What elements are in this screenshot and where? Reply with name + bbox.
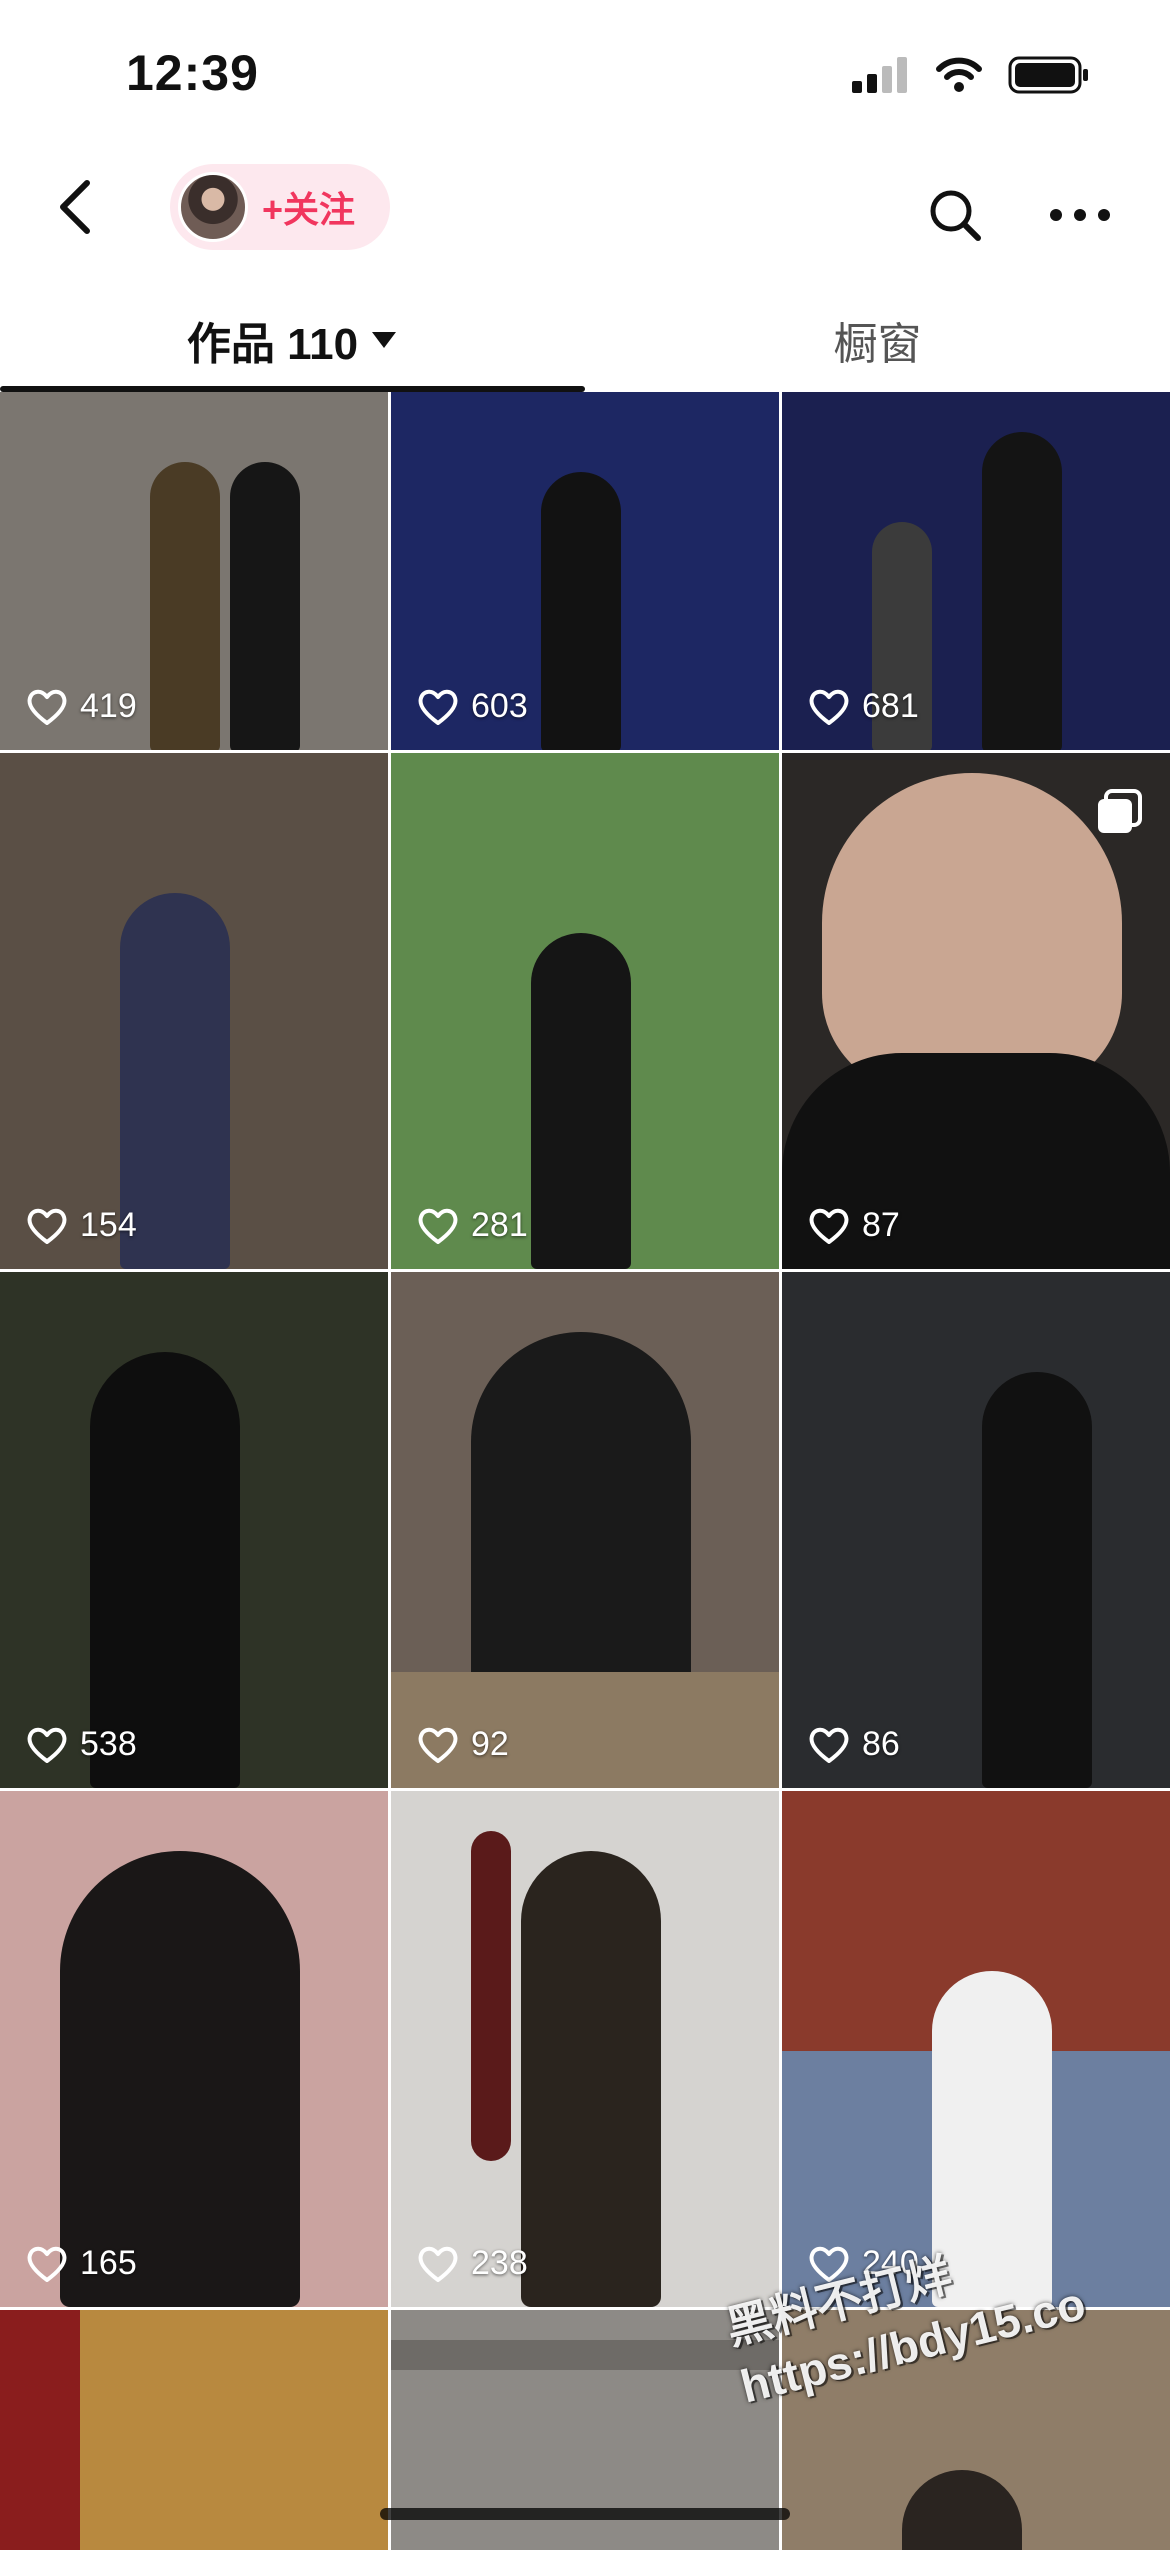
like-count-overlay: 681: [808, 687, 919, 726]
caret-down-icon: [372, 332, 397, 348]
tab-works-label: 作品 110: [186, 320, 359, 369]
follow-button[interactable]: +关注: [170, 164, 390, 250]
post-tile[interactable]: 154: [0, 753, 388, 1269]
like-count: 538: [80, 1725, 137, 1763]
like-count-overlay: 603: [417, 687, 528, 726]
content-tabs: 作品 110 橱窗: [0, 290, 1170, 392]
heart-icon: [27, 1208, 67, 1244]
heart-icon: [27, 1727, 67, 1763]
search-icon: [930, 190, 981, 241]
avatar[interactable]: [178, 172, 248, 242]
status-icons: [852, 56, 1090, 94]
status-time: 12:39: [126, 45, 259, 101]
like-count: 86: [862, 1725, 900, 1763]
post-tile[interactable]: 92: [391, 1272, 779, 1788]
like-count: 92: [471, 1725, 509, 1763]
like-count-overlay: 154: [26, 1206, 137, 1245]
heart-icon: [418, 1727, 458, 1763]
post-tile[interactable]: 419: [0, 392, 388, 750]
tab-showcase-label: 橱窗: [833, 320, 922, 369]
like-count: 281: [471, 1206, 528, 1244]
post-tile[interactable]: 281: [391, 753, 779, 1269]
chevron-left-icon: [60, 180, 90, 234]
heart-icon: [27, 689, 67, 725]
like-count: 154: [80, 1206, 137, 1244]
wifi-icon: [936, 57, 982, 92]
like-count: 603: [471, 687, 528, 725]
like-count-overlay: 419: [26, 687, 137, 726]
post-tile[interactable]: 165: [0, 1791, 388, 2307]
heart-icon: [418, 2246, 458, 2282]
post-tile[interactable]: 603: [391, 392, 779, 750]
battery-icon: [1008, 56, 1088, 94]
more-options-button[interactable]: [1040, 180, 1120, 250]
status-bar: 12:39: [0, 0, 1170, 150]
follow-label: +关注: [262, 189, 356, 230]
like-count-overlay: 165: [26, 2244, 137, 2283]
like-count-overlay: 87: [808, 1206, 900, 1245]
heart-icon: [809, 1208, 849, 1244]
heart-icon: [809, 689, 849, 725]
heart-icon: [27, 2246, 67, 2282]
heart-icon: [418, 689, 458, 725]
like-count-overlay: 238: [417, 2244, 528, 2283]
profile-header: +关注: [0, 150, 1170, 270]
search-button[interactable]: [920, 180, 990, 250]
tab-showcase[interactable]: 橱窗: [585, 290, 1170, 390]
like-count-overlay: 92: [417, 1725, 509, 1764]
heart-icon: [418, 1208, 458, 1244]
home-indicator[interactable]: [380, 2508, 790, 2520]
post-tile[interactable]: 86: [782, 1272, 1170, 1788]
post-grid: 419 603 681 154 281 87 538 92 86 165 238…: [0, 392, 1170, 2550]
like-count-overlay: 86: [808, 1725, 900, 1764]
more-icon: [1050, 209, 1110, 221]
like-count: 681: [862, 687, 919, 725]
post-tile[interactable]: 681: [782, 392, 1170, 750]
like-count: 238: [471, 2244, 528, 2282]
like-count-overlay: 281: [417, 1206, 528, 1245]
back-button[interactable]: [40, 172, 110, 242]
post-tile[interactable]: 87: [782, 753, 1170, 1269]
signal-icon: [852, 57, 907, 93]
like-count: 87: [862, 1206, 900, 1244]
post-tile[interactable]: 538: [0, 1272, 388, 1788]
multi-image-icon: [1098, 789, 1142, 833]
like-count: 419: [80, 687, 137, 725]
post-tile[interactable]: 238: [391, 1791, 779, 2307]
tab-works[interactable]: 作品 110: [0, 290, 585, 390]
like-count: 165: [80, 2244, 137, 2282]
heart-icon: [809, 1727, 849, 1763]
like-count-overlay: 538: [26, 1725, 137, 1764]
post-tile[interactable]: [0, 2310, 388, 2550]
